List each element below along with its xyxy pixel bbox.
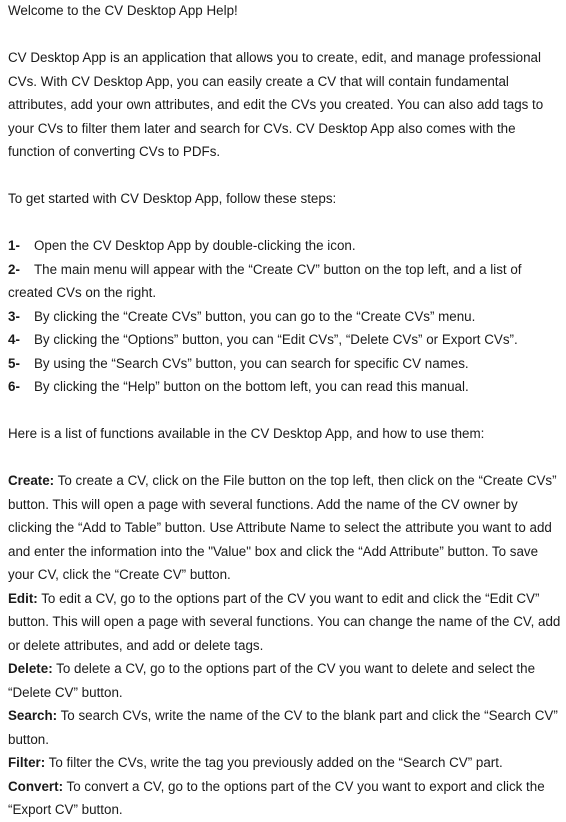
steps-list: 1- Open the CV Desktop App by double-clic… — [8, 234, 562, 399]
function-delete: Delete: To delete a CV, go to the option… — [8, 657, 562, 704]
help-document: Welcome to the CV Desktop App Help! CV D… — [0, 0, 566, 822]
step-text: By clicking the “Create CVs” button, you… — [34, 308, 476, 324]
step-number: 2- — [8, 261, 20, 277]
step-item: 6- By clicking the “Help” button on the b… — [8, 375, 562, 399]
step-item: 2- The main menu will appear with the “Cr… — [8, 258, 562, 305]
function-text: To delete a CV, go to the options part o… — [8, 661, 536, 700]
step-text: The main menu will appear with the “Crea… — [8, 261, 522, 301]
function-filter: Filter: To filter the CVs, write the tag… — [8, 751, 562, 775]
help-title: Welcome to the CV Desktop App Help! — [8, 3, 238, 18]
intro-paragraph[interactable]: CV Desktop App is an application that al… — [8, 46, 562, 164]
step-number: 5- — [8, 355, 20, 371]
function-edit: Edit: To edit a CV, go to the options pa… — [8, 587, 562, 658]
function-search: Search: To search CVs, write the name of… — [8, 704, 562, 751]
function-text: To filter the CVs, write the tag you pre… — [45, 755, 503, 770]
function-term: Create: — [8, 473, 55, 488]
step-number: 4- — [8, 332, 20, 347]
step-text: By using the “Search CVs” button, you ca… — [34, 355, 469, 371]
function-create: Create: To create a CV, click on the Fil… — [8, 469, 562, 587]
step-text: By clicking the “Options” button, you ca… — [34, 332, 518, 347]
function-text: To search CVs, write the name of the CV … — [8, 708, 558, 747]
step-item: 3- By clicking the “Create CVs” button, y… — [8, 305, 562, 329]
function-term: Filter: — [8, 755, 46, 770]
step-item: 4- By clicking the “Options” button, you … — [8, 328, 562, 352]
step-text: Open the CV Desktop App by double-clicki… — [34, 238, 356, 253]
functions-intro: Here is a list of functions available in… — [8, 426, 485, 441]
function-term: Search: — [8, 708, 58, 723]
step-text: By clicking the “Help” button on the bot… — [34, 379, 469, 394]
function-text: To create a CV, click on the File button… — [8, 473, 557, 582]
function-convert: Convert: To convert a CV, go to the opti… — [8, 775, 562, 822]
function-term: Edit: — [8, 590, 38, 606]
step-number: 3- — [8, 308, 20, 324]
function-text: To convert a CV, go to the options part … — [8, 778, 545, 818]
functions-list: Create: To create a CV, click on the Fil… — [8, 469, 562, 822]
function-term: Convert: — [8, 778, 64, 794]
step-number: 6- — [8, 379, 20, 394]
step-number: 1- — [8, 238, 20, 253]
steps-intro: To get started with CV Desktop App, foll… — [8, 191, 337, 206]
function-term: Delete: — [8, 661, 53, 676]
function-text: To edit a CV, go to the options part of … — [8, 590, 561, 653]
step-item: 5- By using the “Search CVs” button, you … — [8, 352, 562, 376]
step-item: 1- Open the CV Desktop App by double-clic… — [8, 234, 562, 258]
